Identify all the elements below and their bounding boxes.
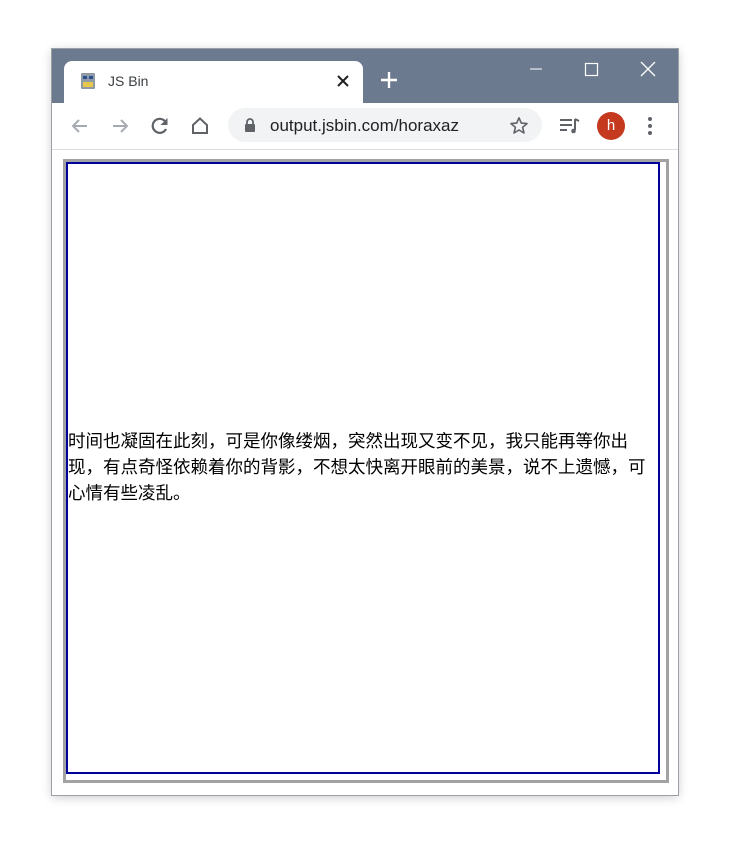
outer-frame: 时间也凝固在此刻，可是你像缕烟，突然出现又变不见，我只能再等你出现，有点奇怪依赖… bbox=[63, 159, 669, 783]
media-control-icon[interactable] bbox=[557, 114, 581, 138]
tab-strip: JS Bin bbox=[52, 49, 678, 103]
tab-jsbin[interactable]: JS Bin bbox=[64, 61, 363, 103]
plus-icon[interactable] bbox=[380, 71, 398, 89]
back-icon[interactable] bbox=[68, 114, 92, 138]
profile-avatar[interactable]: h bbox=[597, 112, 625, 140]
kebab-menu-icon[interactable] bbox=[638, 114, 662, 138]
toolbar: output.jsbin.com/horaxaz h bbox=[52, 103, 678, 150]
home-icon[interactable] bbox=[188, 114, 212, 138]
browser-window: JS Bin output.jsbin.com/horaxaz h 时间也凝固在… bbox=[52, 49, 678, 795]
page-content: 时间也凝固在此刻，可是你像缕烟，突然出现又变不见，我只能再等你出现，有点奇怪依赖… bbox=[52, 150, 678, 795]
text-cell: 时间也凝固在此刻，可是你像缕烟，突然出现又变不见，我只能再等你出现，有点奇怪依赖… bbox=[68, 164, 658, 772]
maximize-icon[interactable] bbox=[573, 59, 609, 79]
lock-icon[interactable] bbox=[244, 118, 256, 132]
inner-frame: 时间也凝固在此刻，可是你像缕烟，突然出现又变不见，我只能再等你出现，有点奇怪依赖… bbox=[66, 162, 660, 774]
reload-icon[interactable] bbox=[148, 114, 172, 138]
close-icon[interactable] bbox=[335, 73, 351, 89]
url-text[interactable]: output.jsbin.com/horaxaz bbox=[270, 116, 459, 136]
close-icon[interactable] bbox=[630, 59, 666, 79]
tab-title: JS Bin bbox=[108, 73, 149, 89]
minimize-icon[interactable] bbox=[518, 59, 554, 79]
star-icon[interactable] bbox=[509, 116, 529, 136]
verse-text: 时间也凝固在此刻，可是你像缕烟，突然出现又变不见，我只能再等你出现，有点奇怪依赖… bbox=[68, 432, 646, 504]
jsbin-favicon-icon bbox=[81, 73, 95, 89]
forward-icon[interactable] bbox=[108, 114, 132, 138]
address-bar[interactable]: output.jsbin.com/horaxaz bbox=[228, 108, 542, 142]
